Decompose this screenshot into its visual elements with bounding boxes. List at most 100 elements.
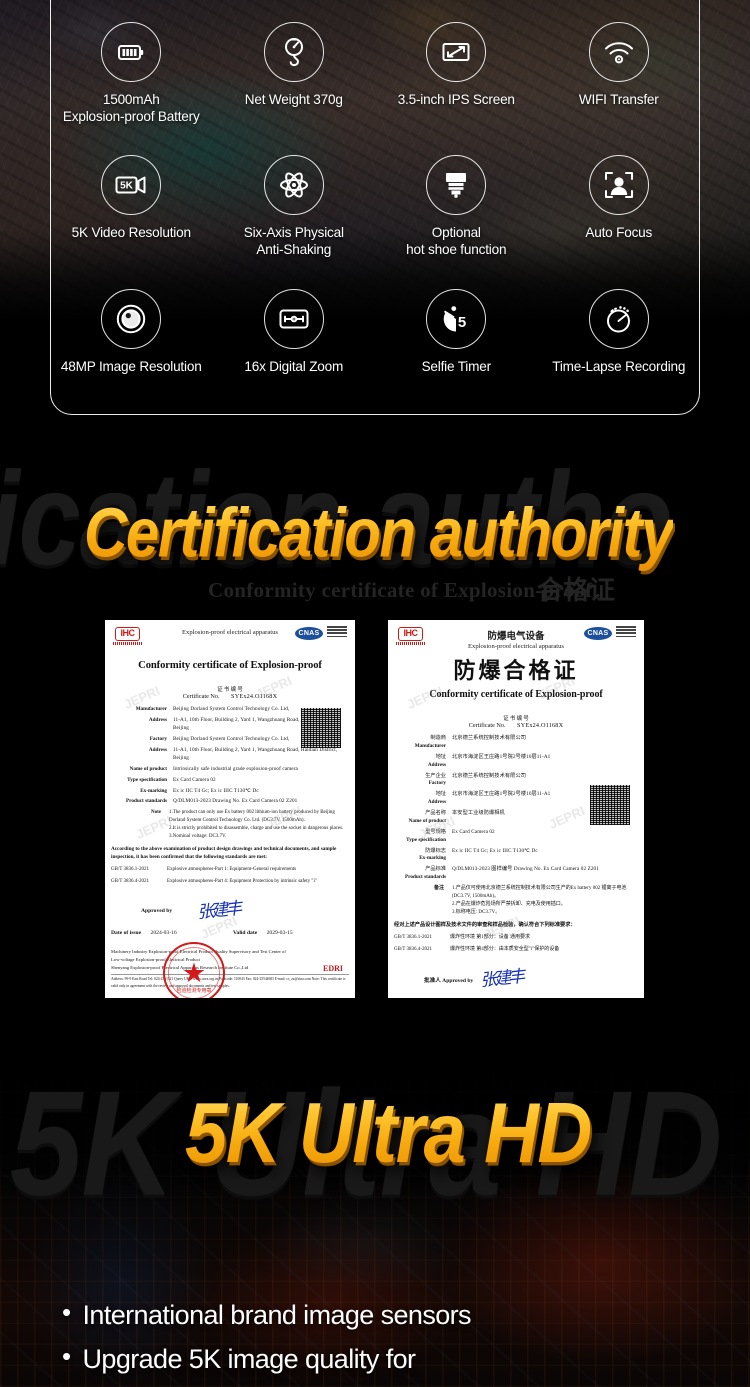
certificate-field-value: Q/DLM013-2023 图样编号 Drawing No. Ex Card C… [452, 866, 599, 873]
certificate-top-heading-en: Explosion-proof electrical apparatus [468, 643, 564, 650]
weight-scale-icon [263, 22, 324, 82]
certificate-field-label: Type specification [111, 777, 173, 785]
feature-item: 5 Selfie Timer [375, 281, 538, 414]
certificate-field-label: 防爆标志 Ex-marking [394, 848, 452, 864]
certificate-title-cn: 防爆合格证 [453, 658, 579, 683]
certificate-field-label-en: Address [148, 746, 167, 753]
certificate-field-label-en: Type specification [406, 836, 446, 843]
certificate-field-label-cn: 产品名称 [425, 810, 446, 817]
feature-item: Auto Focus [538, 147, 701, 280]
certificate-note-item: 1.产品仅可使用北京德兰系统控制技术有限公司生产的Ex battery 002 … [452, 886, 627, 899]
certificate-field-row: Name of product Intrinsically safe indus… [111, 766, 347, 774]
certificate-standard-row: GB/T 3836.4-2021 爆炸性环境 第4部分：由本质安全型"i"保护的… [394, 946, 636, 954]
certificate-issue-date: Date of issue 2024-03-16 [111, 930, 233, 936]
certificate-field-label-en: Address [427, 799, 446, 806]
certificate-field-label-cn: 制造商 [430, 735, 446, 741]
certificate-issue-date-label: Date of issue [111, 930, 142, 937]
certificate-field-label-en: Address [148, 716, 167, 723]
certificate-field-row: 制造商 Manufacturer 北京德兰系统控制技术有限公司 [394, 735, 636, 751]
certificate-field-value: 11-A1, 10th Floor, Building 2, Yard 1, W… [173, 746, 338, 761]
certificate-field-label-en: Manufacturer [414, 742, 446, 749]
battery-icon [101, 22, 162, 82]
certificate-field-label: Factory [111, 736, 173, 744]
certificate-standard-text: Explosive atmospheres-Part 4: Equipment … [167, 879, 317, 885]
certificate-field-row: 型号规格 Type specification Ex Card Camera 0… [394, 829, 636, 845]
certificate-number-label-cn: 证 书 编 号 [217, 687, 243, 693]
ultra-hd-bullet-list: • International brand image sensors • Upg… [62, 1296, 702, 1385]
selfie-timer-icon: 5 [426, 288, 487, 349]
certificate-field-label: Name of product [111, 766, 173, 774]
bullet-text: International brand image sensors [82, 1300, 472, 1330]
features-grid: 1500mAh Explosion-proof Battery Net Weight… [50, 14, 700, 414]
certificate-field-label: 型号规格 Type specification [394, 829, 452, 845]
certificate-fields: 制造商 Manufacturer 北京德兰系统控制技术有限公司 地址 Addre… [394, 735, 636, 882]
certificate-qr-code [590, 785, 630, 825]
certificate-field-label: 制造商 Manufacturer [394, 735, 452, 751]
bullet-dot-icon: • [62, 1341, 71, 1372]
feature-label: Optional hot shoe function [406, 225, 507, 257]
ghost-doc-heading-cn: 合格证 [537, 576, 616, 605]
certificate-field-row: 防爆标志 Ex-marking Ex ic IIC T4 Gc; Ex ic I… [394, 848, 636, 864]
svg-text:5: 5 [458, 314, 466, 331]
certificate-field-label-cn: 防爆标志 [425, 847, 446, 854]
certificate-field-label: 产品名称 Name of product [394, 810, 452, 826]
feature-item: Six-Axis Physical Anti-Shaking [213, 147, 376, 280]
certificate-number-label-cn: 证 书 编 号 [503, 716, 529, 722]
certificate-fields: Manufacturer Beijing Dorland System Cont… [111, 706, 347, 806]
certificate-field-row: 产品标准 Product standards Q/DLM013-2023 图样编… [394, 866, 636, 882]
certificate-standard-row: GB/T 3836.1-2021 爆炸性环境 第1部分：设备 通用要求 [394, 934, 636, 942]
certification-title: Certification authority [84, 493, 674, 572]
certificate-note-item: 3.标称电压: DC3.7V。 [452, 909, 501, 915]
certificate-field-row: 地址 Address 北京市海淀区王庄路1号院2号楼10层11-A1 [394, 754, 636, 770]
certificate-conformity-paragraph: According to the above examination of pr… [111, 846, 337, 861]
certificate-field-label-en: Factory [428, 780, 446, 787]
certificate-field-label: Address [111, 747, 173, 763]
certificate-field-label: Manufacturer [111, 706, 173, 714]
feature-item: 5K 5K Video Resolution [50, 147, 213, 280]
certificate-approved-label: 批准人 Approved by [424, 978, 474, 985]
certificate-field-label: 地址 Address [394, 791, 452, 807]
certificate-field-label-en: Manufacturer [135, 706, 167, 712]
feature-item: WIFI Transfer [538, 14, 701, 147]
feature-label: Net Weight 370g [244, 92, 343, 107]
certificate-valid-date: Valid date 2029-03-15 [233, 930, 293, 936]
certificate-note-item: 1.The product can only use Ex battery 00… [169, 810, 335, 824]
certificate-standard-code: GB/T 3836.4-2021 [394, 947, 432, 953]
feature-label: 3.5-inch IPS Screen [397, 92, 515, 107]
certificate-signature: 张建丰 [479, 966, 524, 991]
certificate-number-value: SYEx24.O1168X [517, 722, 564, 729]
certificate-field-value: 北京市海淀区王庄路1号院2号楼10层11-A1 [452, 753, 551, 760]
face-focus-icon [588, 155, 649, 216]
feature-item: 3.5-inch IPS Screen [375, 14, 538, 147]
certificate-number: 证 书 编 号 Certificate No. SYEx24.O1168X [388, 714, 644, 729]
certificate-notes-label: 备注 [433, 886, 444, 892]
feature-item: 48MP Image Resolution [50, 281, 213, 414]
atom-icon [263, 155, 324, 216]
certificate-field-value: Q/DLM013-2023 Drawing No. Ex Card Camera… [173, 798, 298, 805]
certificate-document: IHC Explosion-proof electrical apparatus… [105, 620, 355, 998]
certificate-footer: Machinery Industry Explosion-proof Elect… [111, 942, 349, 998]
certificate-field-row: Product standards Q/DLM013-2023 Drawing … [111, 798, 347, 806]
bullet-item: • International brand image sensors [62, 1296, 702, 1334]
feature-label: Time-Lapse Recording [552, 358, 686, 374]
bullet-text: Upgrade 5K image quality for [82, 1344, 417, 1375]
feature-item: Time-Lapse Recording [538, 281, 701, 414]
certificate-field-label: Ex-marking [111, 788, 173, 796]
certificate-field-value: Ex Card Camera 02 [452, 828, 495, 835]
feature-label: 5K Video Resolution [71, 225, 191, 241]
certificate-number-value: SYEx24.O1168X [231, 693, 278, 700]
cnas-logo-icon: CNAS [295, 627, 323, 640]
certificate-conformity-paragraph: 经对上述产品设计图样及技术文件的审查和样品检验，确认符合下列标准要求： [394, 922, 576, 929]
feature-label: 48MP Image Resolution [60, 358, 202, 374]
certificate-field-label-en: Ex-marking [140, 787, 167, 794]
bullet-item: • Upgrade 5K image quality for [62, 1340, 702, 1378]
certificate-header: IHC Explosion-proof electrical apparatus… [105, 620, 355, 650]
certificate-issue-date-value: 2024-03-16 [150, 930, 177, 937]
screen-icon [426, 22, 487, 82]
certificate-field-label-cn: 地址 [435, 753, 446, 760]
certificate-field-label: Product standards [111, 798, 173, 806]
certificate-number-label: Certificate No. [182, 693, 220, 700]
certificate-field-row: Ex-marking Ex ic IIC T4 Gc; Ex ic IIIC T… [111, 788, 347, 796]
digital-zoom-icon [263, 288, 324, 349]
certificate-footer-fineprint: Address: 99-9 East Road Tel: 024-2561521… [111, 974, 349, 989]
